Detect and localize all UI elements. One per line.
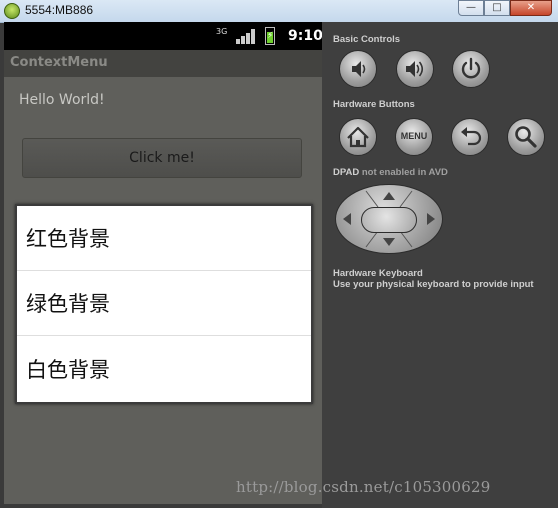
hardware-keyboard-label: Hardware Keyboard — [333, 268, 423, 279]
signal-icon — [236, 28, 256, 44]
volume-up-button[interactable] — [396, 50, 434, 88]
window-controls: — □ ✕ — [458, 0, 552, 16]
context-menu: 红色背景 绿色背景 白色背景 — [15, 204, 313, 404]
basic-controls-label: Basic Controls — [333, 34, 401, 45]
status-time: 9:10 — [288, 28, 322, 44]
context-menu-item-green[interactable]: 绿色背景 — [17, 271, 311, 336]
power-icon — [461, 57, 481, 79]
dpad-down-icon — [383, 238, 395, 246]
close-button[interactable]: ✕ — [510, 0, 552, 16]
hardware-buttons-label: Hardware Buttons — [333, 99, 415, 110]
dpad-center-button[interactable] — [361, 207, 417, 233]
home-icon — [347, 126, 369, 148]
maximize-button[interactable]: □ — [484, 0, 510, 16]
dpad[interactable] — [335, 184, 443, 254]
minimize-button[interactable]: — — [458, 0, 484, 16]
menu-icon: MENU — [400, 131, 428, 141]
app-title: ContextMenu — [10, 55, 108, 70]
back-button[interactable] — [451, 118, 489, 156]
window-title: 5554:MB886 — [25, 3, 94, 17]
emulator-app-icon — [4, 3, 20, 19]
dpad-up-icon — [383, 192, 395, 200]
home-button[interactable] — [339, 118, 377, 156]
window-title-bar: 5554:MB886 — □ ✕ — [0, 0, 558, 23]
click-me-button[interactable]: Click me! — [22, 138, 302, 178]
context-menu-item-label: 红色背景 — [26, 227, 110, 251]
search-button[interactable] — [507, 118, 545, 156]
app-title-bar: ContextMenu — [4, 50, 322, 77]
status-bar: 3G ⚡ 9:10 — [4, 22, 322, 50]
context-menu-item-label: 白色背景 — [26, 357, 110, 382]
emulator-controls-panel: Basic Controls Hardware Buttons MENU DPA… — [322, 22, 558, 508]
dpad-right-icon — [427, 213, 435, 225]
volume-down-icon — [352, 61, 366, 77]
android-screen: 3G ⚡ 9:10 ContextMenu Hello World! Click… — [4, 22, 322, 504]
dpad-left-icon — [343, 213, 351, 225]
dpad-label: DPAD not enabled in AVD — [333, 167, 448, 178]
dpad-note: not enabled in AVD — [361, 167, 448, 178]
context-menu-item-white[interactable]: 白色背景 — [17, 336, 311, 401]
battery-icon: ⚡ — [265, 27, 275, 45]
watermark: http://blog.csdn.net/c105300629 — [236, 478, 491, 496]
power-button[interactable] — [452, 50, 490, 88]
volume-down-button[interactable] — [339, 50, 377, 88]
context-menu-item-red[interactable]: 红色背景 — [17, 206, 311, 271]
network-type: 3G — [216, 27, 228, 36]
context-menu-item-label: 绿色背景 — [26, 292, 110, 316]
hello-text: Hello World! — [19, 92, 105, 108]
hardware-keyboard-note: Use your physical keyboard to provide in… — [333, 279, 534, 290]
search-icon — [515, 126, 537, 148]
back-icon — [461, 127, 482, 146]
menu-button[interactable]: MENU — [395, 118, 433, 156]
volume-up-icon — [406, 61, 424, 77]
